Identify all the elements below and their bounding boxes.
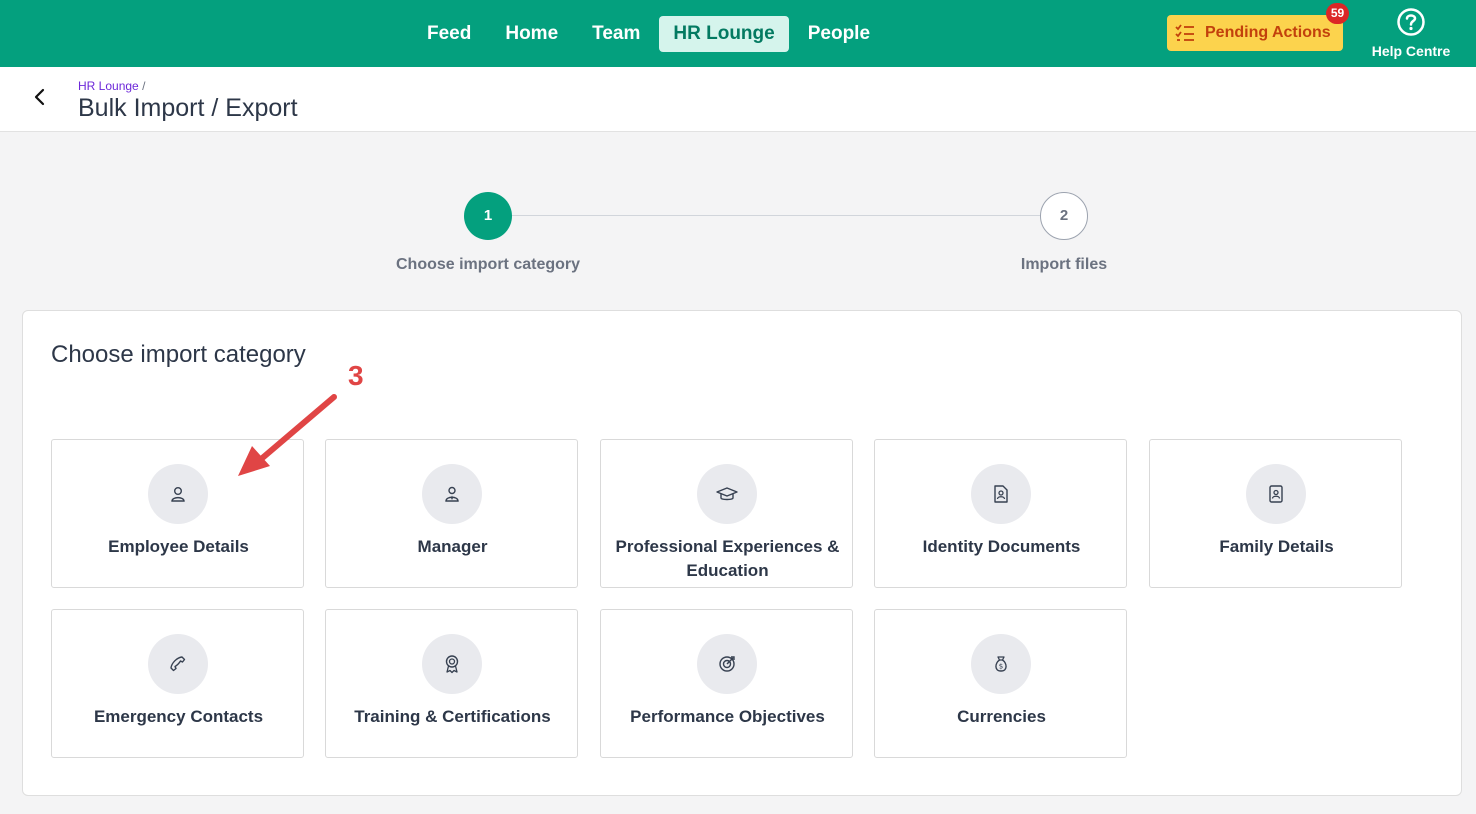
category-manager[interactable]: Manager: [325, 439, 578, 588]
nav-feed[interactable]: Feed: [412, 16, 486, 52]
breadcrumb-separator: /: [142, 79, 146, 93]
main-nav: Feed Home Team HR Lounge People: [412, 16, 889, 52]
card-title: Choose import category: [51, 341, 306, 368]
category-label: Training & Certifications: [354, 707, 551, 726]
category-label: Manager: [417, 537, 488, 556]
award-icon: [422, 634, 482, 694]
annotation-arrow-icon: [238, 394, 337, 476]
category-emergency-contacts[interactable]: Emergency Contacts: [51, 609, 304, 758]
import-category-card: Choose import category Employee Details …: [22, 310, 1462, 796]
help-icon: [1397, 8, 1425, 36]
pending-count-badge: 59: [1326, 3, 1349, 24]
category-label: Currencies: [957, 707, 1046, 726]
manager-icon: [422, 464, 482, 524]
category-currencies[interactable]: $ Currencies: [874, 609, 1127, 758]
category-professional-experiences-education[interactable]: Professional Experiences & Education: [600, 439, 853, 588]
category-identity-documents[interactable]: Identity Documents: [874, 439, 1127, 588]
category-label: Professional Experiences & Education: [615, 537, 840, 580]
nav-home[interactable]: Home: [490, 16, 573, 52]
graduation-cap-icon: [697, 464, 757, 524]
step-1-label: Choose import category: [395, 256, 581, 273]
contact-card-icon: [1246, 464, 1306, 524]
top-navigation-bar: Feed Home Team HR Lounge People Pending …: [0, 0, 1476, 67]
category-label: Family Details: [1219, 537, 1334, 556]
step-2-circle: 2: [1040, 192, 1088, 240]
pending-actions-button[interactable]: Pending Actions: [1167, 15, 1343, 51]
category-performance-objectives[interactable]: Performance Objectives: [600, 609, 853, 758]
help-centre-button[interactable]: Help Centre: [1366, 7, 1456, 59]
phone-icon: [148, 634, 208, 694]
nav-people[interactable]: People: [793, 16, 885, 52]
money-bag-icon: $: [971, 634, 1031, 694]
category-label: Performance Objectives: [630, 707, 825, 726]
nav-team[interactable]: Team: [577, 16, 655, 52]
category-training-certifications[interactable]: Training & Certifications: [325, 609, 578, 758]
page-title: Bulk Import / Export: [78, 94, 298, 122]
stepper-line: [512, 215, 1040, 216]
category-label: Employee Details: [108, 537, 249, 556]
checklist-icon: [1175, 24, 1194, 41]
help-centre-label: Help Centre: [1371, 43, 1451, 59]
category-family-details[interactable]: Family Details: [1149, 439, 1402, 588]
page-header: HR Lounge / Bulk Import / Export: [0, 67, 1476, 132]
back-arrow-icon[interactable]: [28, 85, 52, 109]
breadcrumb-hr-lounge[interactable]: HR Lounge: [78, 79, 139, 93]
breadcrumb: HR Lounge /: [78, 79, 145, 93]
step-2-label: Import files: [1020, 256, 1108, 273]
svg-text:$: $: [999, 663, 1003, 671]
nav-hr-lounge[interactable]: HR Lounge: [659, 16, 789, 52]
step-1-circle: 1: [464, 192, 512, 240]
target-icon: [697, 634, 757, 694]
category-label: Identity Documents: [922, 537, 1081, 556]
annotation-step-number: 3: [348, 360, 364, 391]
user-icon: [148, 464, 208, 524]
category-label: Emergency Contacts: [93, 707, 264, 726]
id-document-icon: [971, 464, 1031, 524]
pending-actions-label: Pending Actions: [1205, 24, 1331, 41]
